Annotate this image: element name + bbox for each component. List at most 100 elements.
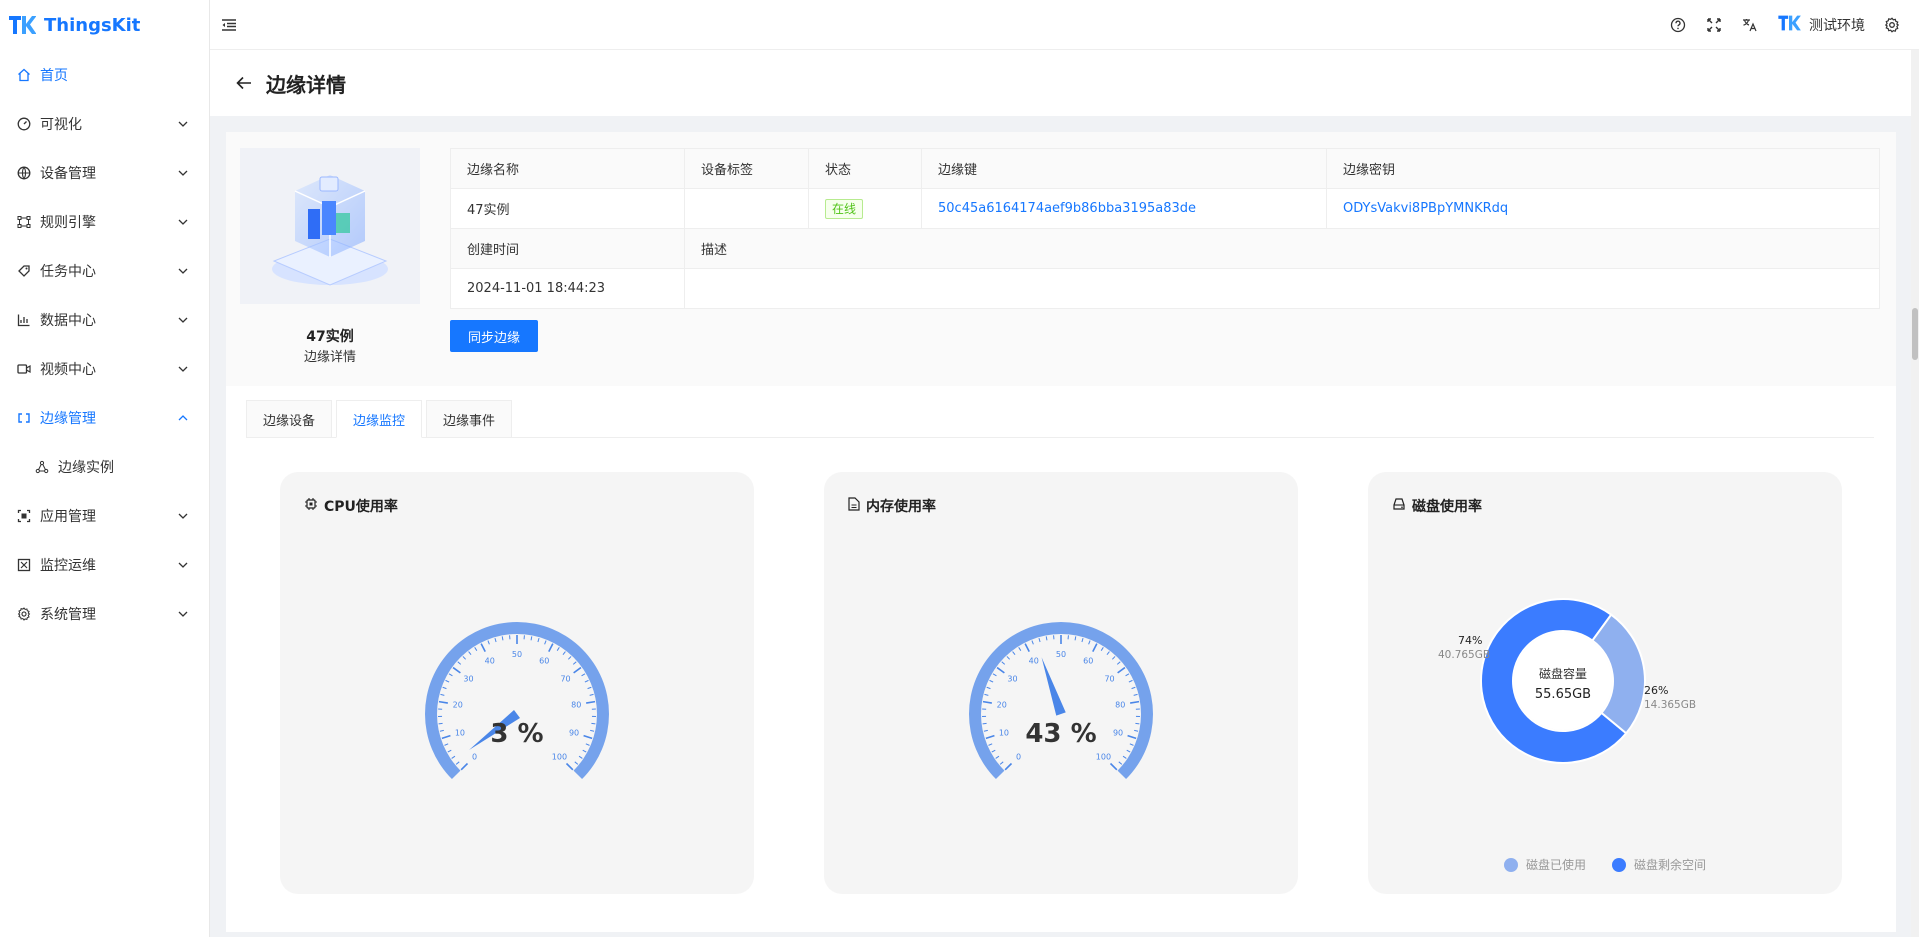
translate-icon[interactable] <box>1741 16 1759 34</box>
disk-used-size: 14.365GB <box>1644 699 1696 711</box>
memory-gauge-tick <box>989 679 994 683</box>
back-arrow-icon[interactable] <box>234 73 254 93</box>
memory-gauge-tick <box>1111 656 1116 660</box>
legend-label-used: 磁盘已使用 <box>1525 858 1586 872</box>
chevron-down-icon <box>177 265 189 277</box>
sidebar-item-label: 任务中心 <box>40 263 96 280</box>
help-icon[interactable] <box>1669 16 1687 34</box>
sidebar-item-home[interactable]: 首页 <box>0 50 209 99</box>
memory-gauge-tick <box>988 743 993 746</box>
cpu-gauge-tick <box>448 673 453 677</box>
memory-gauge-tick-label: 100 <box>1096 752 1111 761</box>
edge-name-value: 47实例 <box>450 188 685 229</box>
chevron-up-icon <box>177 412 189 424</box>
header-cell: 边缘密钥 <box>1326 148 1880 189</box>
user-menu[interactable]: 测试环境 <box>1777 14 1865 36</box>
edge-icon <box>16 410 32 426</box>
memory-gauge-tick <box>1074 636 1077 641</box>
header-cell: 设备标签 <box>684 148 809 189</box>
cpu-gauge-tick <box>584 679 589 683</box>
cpu-gauge-tick <box>480 643 486 652</box>
memory-gauge-tick <box>999 761 1004 765</box>
sidebar-item-label: 首页 <box>40 67 68 84</box>
sidebar-item-monitor[interactable]: 监控运维 <box>0 540 209 589</box>
sidebar-item-rule[interactable]: 规则引擎 <box>0 197 209 246</box>
vertical-scrollbar[interactable] <box>1911 50 1919 937</box>
sync-edge-button[interactable]: 同步边缘 <box>450 320 538 352</box>
sidebar-item-app[interactable]: 应用管理 <box>0 491 209 540</box>
cpu-gauge-tick <box>439 729 444 732</box>
memory-gauge-tick <box>1129 743 1134 746</box>
cpu-gauge-tick <box>537 637 540 643</box>
cpu-gauge-tick <box>445 679 450 683</box>
cpu-gauge-tick <box>442 686 447 690</box>
legend-item-free[interactable]: 磁盘剩余空间 <box>1612 856 1706 873</box>
cpu-gauge-tick <box>441 734 451 740</box>
sidebar-item-data[interactable]: 数据中心 <box>0 295 209 344</box>
memory-gauge-tick <box>1134 729 1139 732</box>
cpu-gauge-tick <box>583 734 593 740</box>
instance-name: 47实例 <box>306 329 354 345</box>
gear-icon[interactable] <box>1883 16 1901 34</box>
fullscreen-icon[interactable] <box>1705 16 1723 34</box>
tab-bar: 边缘设备 边缘监控 边缘事件 <box>246 400 1874 438</box>
logo[interactable]: ThingsKit <box>0 0 209 50</box>
memory-gauge-tick <box>1018 647 1022 651</box>
cpu-gauge-tick-label: 50 <box>512 650 522 659</box>
tab-edge-devices[interactable]: 边缘设备 <box>246 400 333 438</box>
header-cell: 描述 <box>684 228 1880 269</box>
memory-gauge-tick <box>1117 666 1126 674</box>
header-cell: 创建时间 <box>450 228 685 269</box>
memory-gauge-tick <box>982 700 992 704</box>
memory-gauge: 0 10 20 30 40 50 60 70 80 90 10043 % <box>969 622 1153 780</box>
instance-icon <box>34 459 50 475</box>
disk-donut-hole <box>1514 632 1612 730</box>
sidebar-item-edge[interactable]: 边缘管理 <box>0 393 209 442</box>
legend-label-free: 磁盘剩余空间 <box>1634 858 1707 872</box>
legend-item-used[interactable]: 磁盘已使用 <box>1503 856 1586 873</box>
cpu-gauge-tick-label: 40 <box>485 657 495 666</box>
cpu-gauge-tick <box>581 673 586 677</box>
header-cell: 边缘名称 <box>450 148 685 189</box>
cpu-chip-icon <box>304 497 318 515</box>
disk-free-percent: 74% <box>1458 634 1482 647</box>
cpu-gauge: 0 10 20 30 40 50 60 70 80 90 100 3 % <box>425 622 609 780</box>
sidebar-item-settings[interactable]: 系统管理 <box>0 589 209 638</box>
memory-gauge-tick <box>1006 656 1011 660</box>
cpu-gauge-tick <box>586 700 596 704</box>
memory-gauge-tick <box>1116 661 1121 665</box>
sidebar-item-label: 可视化 <box>40 116 82 133</box>
cpu-gauge-tick <box>562 651 566 656</box>
disk-center-value: 55.65GB <box>1535 687 1591 702</box>
sidebar-item-task[interactable]: 任务中心 <box>0 246 209 295</box>
sidebar-item-label: 边缘管理 <box>40 410 96 427</box>
tab-edge-monitor[interactable]: 边缘监控 <box>336 400 423 438</box>
sidebar-item-instance[interactable]: 边缘实例 <box>0 442 209 491</box>
sidebar-item-label: 设备管理 <box>40 165 96 182</box>
description-value <box>684 268 1880 309</box>
memory-gauge-tick-label: 60 <box>1083 657 1093 666</box>
sidebar-item-video[interactable]: 视频中心 <box>0 344 209 393</box>
tab-edge-events[interactable]: 边缘事件 <box>426 400 513 438</box>
edge-key-value[interactable]: 50c45a6164174aef9b86bba3195a83de <box>921 188 1327 229</box>
cpu-gauge-tick <box>548 643 554 652</box>
cpu-gauge-tick <box>589 693 594 696</box>
disk-donut-chart: 74% 40.765GB 26% 14.365GB 磁盘容量 55.65GB <box>1438 598 1696 764</box>
scrollbar-thumb[interactable] <box>1912 308 1918 360</box>
sidebar-item-dashboard[interactable]: 可视化 <box>0 99 209 148</box>
memory-gauge-tick <box>991 749 996 753</box>
edge-key-link[interactable]: 50c45a6164174aef9b86bba3195a83de <box>938 201 1196 216</box>
memory-gauge-tick <box>984 693 989 696</box>
chevron-down-icon <box>177 559 189 571</box>
menu-collapse-icon[interactable] <box>220 16 238 34</box>
memory-gauge-tick <box>1024 643 1030 652</box>
cpu-gauge-tick <box>591 722 596 725</box>
sidebar-item-device[interactable]: 设备管理 <box>0 148 209 197</box>
edge-secret-value[interactable]: ODYsVakvi8PBpYMNKRdq <box>1326 188 1880 229</box>
header-cell: 状态 <box>808 148 922 189</box>
edge-secret-link[interactable]: ODYsVakvi8PBpYMNKRdq <box>1343 201 1508 216</box>
page-title: 边缘详情 <box>266 72 346 97</box>
status-cell: 在线 <box>808 188 922 229</box>
memory-title: 内存使用率 <box>866 499 936 515</box>
cpu-gauge-tick-label: 80 <box>571 701 581 710</box>
